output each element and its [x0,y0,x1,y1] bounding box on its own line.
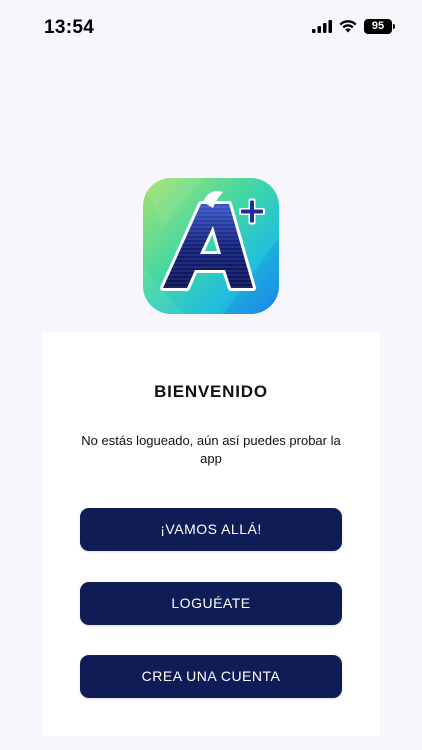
welcome-subtitle: No estás logueado, aún así puedes probar… [81,433,341,466]
welcome-card: BIENVENIDO No estás logueado, aún así pu… [42,332,380,736]
status-icons: 95 [312,19,395,34]
status-bar: 13:54 95 [0,0,422,58]
create-account-button[interactable]: CREA UNA CUENTA [80,655,342,698]
a-plus-logo-icon [143,178,279,314]
battery-icon: 95 [364,19,395,34]
try-app-button[interactable]: ¡VAMOS ALLÁ! [80,508,342,551]
status-time: 13:54 [44,17,95,38]
login-button[interactable]: LOGUÉATE [80,582,342,625]
signal-icon [312,20,332,33]
wifi-icon [339,20,357,33]
welcome-title: BIENVENIDO [154,382,268,401]
